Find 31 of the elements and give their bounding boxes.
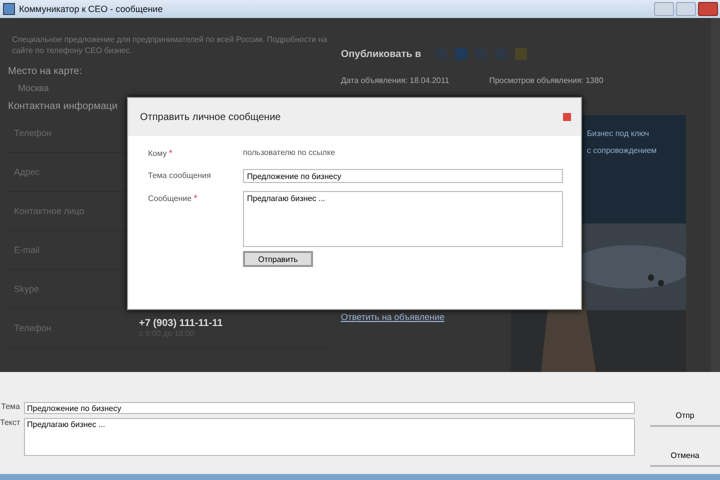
field-label: Текст [0,418,20,429]
maximize-button[interactable] [676,2,696,16]
scrollbar[interactable] [710,18,720,372]
subject-field[interactable]: Предложение по бизнесу [243,169,563,183]
window-title: Коммуникатор к СЕО - сообщение [19,4,164,14]
share-icon[interactable] [455,48,468,60]
message-field[interactable]: Предлагаю бизнес ... [243,191,563,247]
close-button[interactable] [563,113,571,121]
map-heading: Место на карте: [8,66,83,77]
field-label: Сообщение * [148,192,198,205]
city-text: Москва [18,83,50,93]
banner-text: с сопровождением [586,146,657,155]
subject-field[interactable]: Предложение по бизнесу [24,402,635,414]
field-label: Тема [0,402,20,413]
views-text: Просмотров объявления: 1380 [489,76,604,85]
field-label: Кому * [148,147,174,160]
field-label: Тема сообщения [148,170,212,182]
share-label: Опубликовать в [340,48,422,60]
contact-heading: Контактная информаци [8,101,118,112]
send-button[interactable]: Отправить [243,251,313,267]
app-icon [3,3,15,15]
banner-text: Бизнес под ключ [586,129,650,138]
dialog-title: Отправить личное сообщение [140,112,281,122]
intro-text: Специальное предложение для предпринимателей по всей России. Подробности на сайте по телефону СЕО бизнес. [12,34,328,56]
recipient-text: пользователю по ссылке [243,147,336,159]
reply-link[interactable]: Ответить на объявление [340,312,491,322]
message-field[interactable]: Предлагаю бизнес ... [24,418,635,456]
close-button[interactable] [698,2,718,16]
date-text: Дата объявления: 18.04.2011 [340,76,450,85]
minimize-button[interactable] [654,2,674,16]
field-value: +7 (903) 111-11-11 [139,318,223,329]
